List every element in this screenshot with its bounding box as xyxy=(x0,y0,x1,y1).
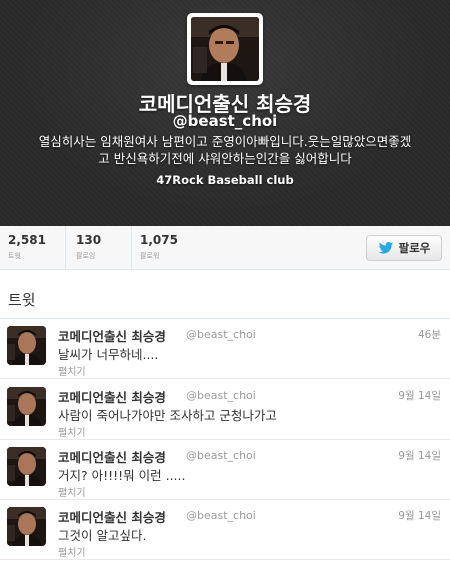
tweet-avatar[interactable] xyxy=(7,507,46,546)
stat-following-label: 팔로잉 xyxy=(76,252,96,260)
tweet-text: 그것이 알고싶다. xyxy=(58,528,147,543)
stat-tweets-value: 2,581 xyxy=(8,233,46,247)
person-photo-icon xyxy=(191,17,259,81)
tweet-timestamp[interactable]: 46분 xyxy=(418,327,441,342)
stat-following[interactable]: 130 팔로잉 xyxy=(66,226,132,270)
tweet-avatar[interactable] xyxy=(7,326,46,365)
tweet-expand-link[interactable]: 펼치기 xyxy=(58,544,86,559)
stat-followers-value: 1,075 xyxy=(140,233,178,247)
tweet-item[interactable]: 코메디언출신 최승경 @beast_choi 9월 14일사람이 죽어나가야만 조사… xyxy=(0,380,450,440)
tweet-timestamp[interactable]: 9월 14일 xyxy=(398,508,441,523)
avatar-photo xyxy=(191,17,259,81)
tweet-item[interactable]: 코메디언출신 최승경 @beast_choi 9월 14일그것이 알고싶다. 펼치기 xyxy=(0,500,450,560)
timeline-title: 트윗 xyxy=(8,291,36,309)
tweet-item[interactable]: 코메디언출신 최승경 @beast_choi 9월 14일거지? 아!!!!뭐 이런… xyxy=(0,440,450,500)
stat-tweets-label: 트윗 xyxy=(8,252,21,260)
tweet-avatar[interactable] xyxy=(7,447,46,486)
tweet-author-name[interactable]: 코메디언출신 최승경 xyxy=(58,447,166,466)
tweet-item[interactable]: 코메디언출신 최승경 @beast_choi 46분날씨가 너무하네.... 펼치기 xyxy=(0,319,450,379)
stat-followers[interactable]: 1,075 팔로워 xyxy=(132,226,212,270)
tweet-expand-link[interactable]: 펼치기 xyxy=(58,424,86,439)
stat-following-value: 130 xyxy=(76,233,102,247)
bio-line: 열심히사는 임채원여사 남편이고 준영이아빠입니다.웃는일많았으면좋겠 xyxy=(38,134,412,149)
tweet-timestamp[interactable]: 9월 14일 xyxy=(398,448,441,463)
profile-avatar[interactable] xyxy=(187,13,263,85)
profile-handle: @beast_choi xyxy=(172,112,278,130)
tweet-author-handle[interactable]: @beast_choi xyxy=(186,509,256,522)
tweet-avatar[interactable] xyxy=(7,387,46,426)
tweet-author-name[interactable]: 코메디언출신 최승경 xyxy=(58,326,166,345)
tweet-expand-link[interactable]: 펼치기 xyxy=(58,363,86,378)
profile-location: 47Rock Baseball club xyxy=(156,173,294,187)
profile-header: 코메디언출신 최승경 @beast_choi 열심히사는 임채원여사 남편이고 … xyxy=(0,0,450,226)
tweet-author-handle[interactable]: @beast_choi xyxy=(186,328,256,341)
bio-line: 고 반신욕하기전에 샤워안하는인간을 싫어합니다 xyxy=(98,151,352,166)
tweet-author-name[interactable]: 코메디언출신 최승경 xyxy=(58,387,166,406)
stat-followers-label: 팔로워 xyxy=(140,252,160,260)
tweet-author-handle[interactable]: @beast_choi xyxy=(186,449,256,462)
profile-bio: 열심히사는 임채원여사 남편이고 준영이아빠입니다.웃는일많았으면좋겠 고 반신… xyxy=(20,133,430,167)
tweet-timestamp[interactable]: 9월 14일 xyxy=(398,388,441,403)
follow-button[interactable]: 팔로우 xyxy=(366,235,442,261)
tweet-text: 거지? 아!!!!뭐 이런 ..... xyxy=(58,468,186,483)
tweet-text: 사람이 죽어나가야만 조사하고 군청나가고 xyxy=(58,408,277,423)
tweet-author-name[interactable]: 코메디언출신 최승경 xyxy=(58,507,166,526)
follow-button-label: 팔로우 xyxy=(398,241,431,255)
tweet-author-handle[interactable]: @beast_choi xyxy=(186,389,256,402)
stat-tweets[interactable]: 2,581 트윗 xyxy=(0,226,66,270)
twitter-bird-icon xyxy=(378,241,393,254)
tweet-expand-link[interactable]: 펼치기 xyxy=(58,484,86,499)
tweet-text: 날씨가 너무하네.... xyxy=(58,347,159,362)
